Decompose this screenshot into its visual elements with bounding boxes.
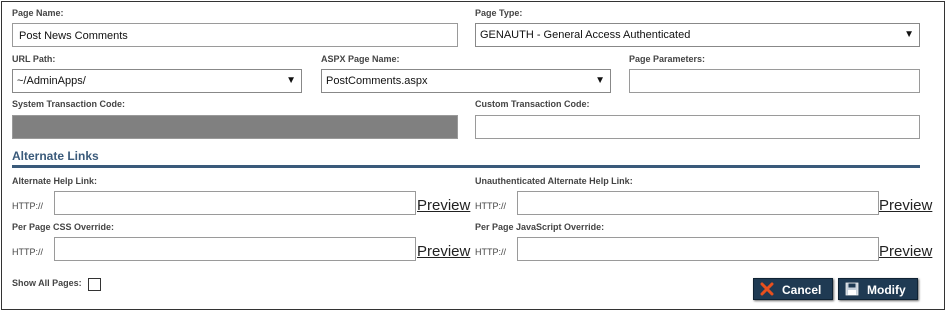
url-path-value: ~/AdminApps/ [17,75,86,87]
unauth-help-link-label: Unauthenticated Alternate Help Link: [475,176,633,186]
alternate-links-heading: Alternate Links [12,149,99,163]
section-divider [12,165,920,168]
page-type-select[interactable]: GENAUTH - General Access Authenticated ▼ [475,23,920,47]
chevron-down-icon: ▼ [595,75,605,86]
custom-transaction-code-input[interactable] [475,115,920,139]
alternate-help-preview-link[interactable]: Preview [417,197,470,214]
http-prefix: HTTP:// [475,247,506,257]
unauth-help-link-input[interactable] [517,191,879,215]
page-name-input[interactable]: Post News Comments [12,23,458,47]
page-parameters-label: Page Parameters: [629,54,706,64]
http-prefix: HTTP:// [12,247,43,257]
chevron-down-icon: ▼ [286,75,296,86]
page-name-label: Page Name: [12,8,64,18]
http-prefix: HTTP:// [12,201,43,211]
per-page-css-label: Per Page CSS Override: [12,222,115,232]
per-page-js-input[interactable] [517,237,879,261]
show-all-pages-label: Show All Pages: [12,278,82,288]
page-type-value: GENAUTH - General Access Authenticated [480,29,691,41]
page-type-label: Page Type: [475,8,523,18]
http-prefix: HTTP:// [475,201,506,211]
url-path-select[interactable]: ~/AdminApps/ ▼ [12,69,302,93]
cancel-button-label: Cancel [782,283,822,297]
css-preview-link[interactable]: Preview [417,243,470,260]
unauth-help-preview-link[interactable]: Preview [879,197,932,214]
aspx-page-name-label: ASPX Page Name: [321,54,400,64]
system-transaction-code-input [12,115,458,139]
save-disk-icon [845,282,859,296]
alternate-help-link-label: Alternate Help Link: [12,176,98,186]
modify-button[interactable]: Modify [838,278,918,300]
cancel-button[interactable]: Cancel [753,278,833,300]
x-icon [760,282,774,296]
page-parameters-input[interactable] [629,69,920,93]
url-path-label: URL Path: [12,54,56,64]
per-page-css-input[interactable] [54,237,416,261]
modify-button-label: Modify [867,283,906,297]
aspx-page-name-value: PostComments.aspx [326,75,428,87]
system-transaction-code-label: System Transaction Code: [12,99,126,109]
custom-transaction-code-label: Custom Transaction Code: [475,99,590,109]
alternate-help-link-input[interactable] [54,191,416,215]
show-all-pages-checkbox[interactable] [88,278,101,291]
page-properties-form: Page Name: Post News Comments Page Type:… [1,1,945,310]
chevron-down-icon: ▼ [904,29,914,40]
js-preview-link[interactable]: Preview [879,243,932,260]
per-page-js-label: Per Page JavaScript Override: [475,222,605,232]
aspx-page-name-select[interactable]: PostComments.aspx ▼ [321,69,611,93]
